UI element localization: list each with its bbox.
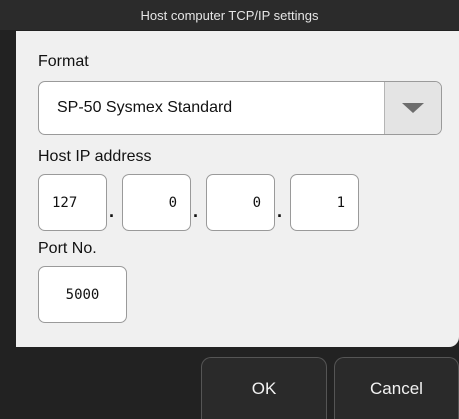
format-selected-value: SP-50 Sysmex Standard — [57, 99, 233, 116]
ip-octet-3-field[interactable]: 0 — [206, 174, 275, 231]
triangle-down-icon — [402, 103, 424, 113]
ip-octet-4-field[interactable]: 1 — [290, 174, 359, 231]
cancel-button[interactable]: Cancel — [334, 357, 459, 419]
ok-button[interactable]: OK — [201, 357, 327, 419]
ip-octet-1-field[interactable]: 127 — [38, 174, 107, 231]
ip-separator-1: . — [109, 201, 115, 221]
ip-octet-2-field[interactable]: 0 — [122, 174, 191, 231]
port-field[interactable]: 5000 — [38, 266, 127, 323]
format-dropdown-button[interactable] — [384, 82, 441, 134]
dialog-title: Host computer TCP/IP settings — [0, 0, 459, 30]
format-select[interactable]: SP-50 Sysmex Standard — [38, 81, 442, 135]
ip-separator-2: . — [193, 201, 199, 221]
format-label: Format — [38, 53, 89, 70]
ip-separator-3: . — [277, 201, 283, 221]
host-ip-label: Host IP address — [38, 148, 152, 165]
port-label: Port No. — [38, 240, 97, 257]
tcpip-settings-dialog: Host computer TCP/IP settings Format SP-… — [0, 0, 459, 419]
